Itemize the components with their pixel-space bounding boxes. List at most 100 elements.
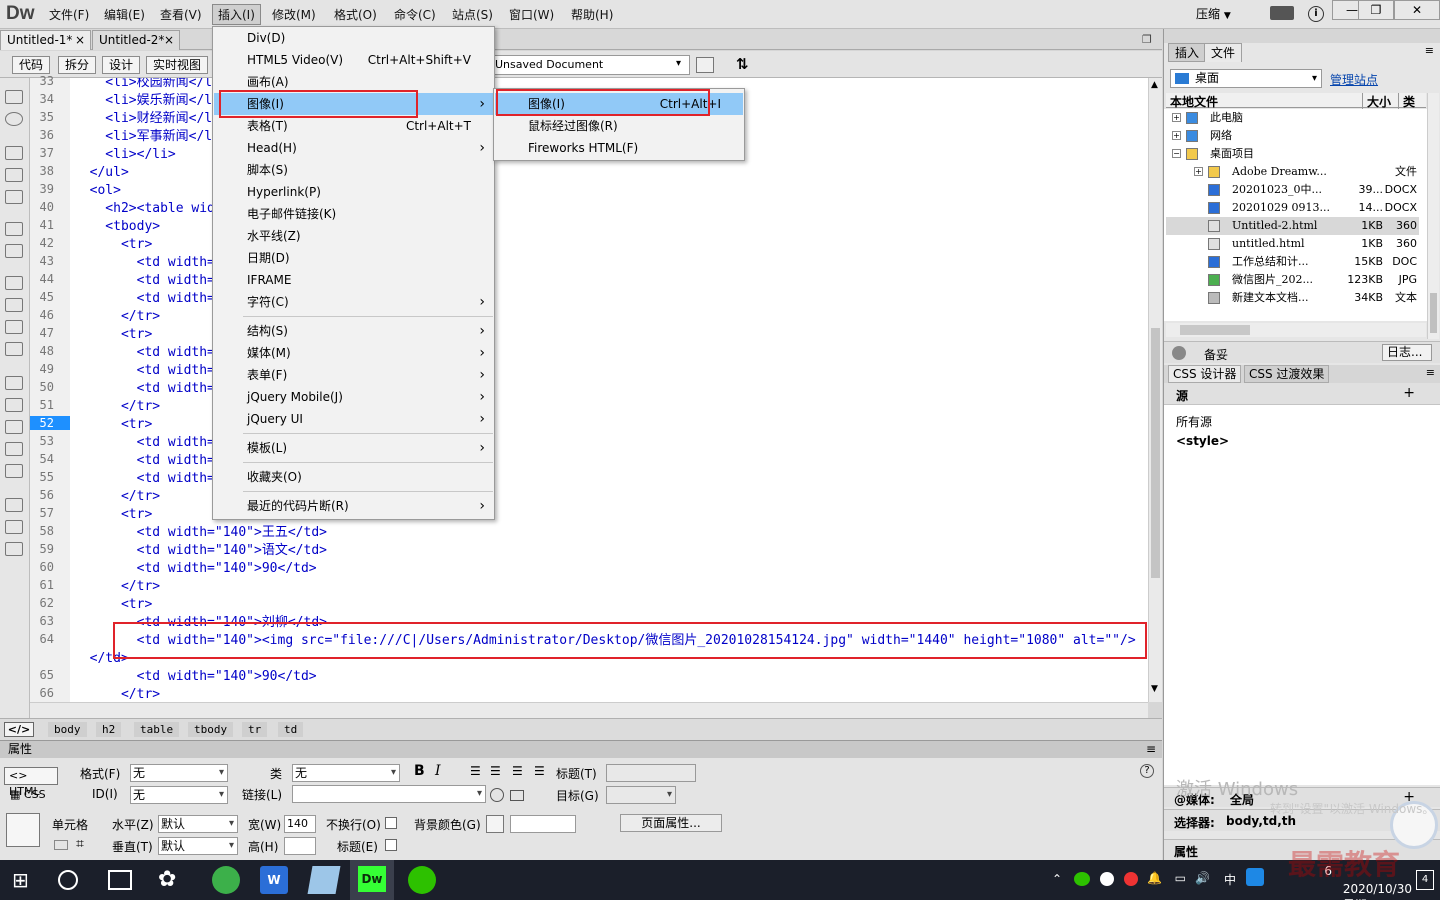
syntax-coloring-icon[interactable] [5,342,23,356]
select-parent-tag-icon[interactable] [5,222,23,236]
code-line[interactable]: </tr> [74,578,160,596]
expand-all-icon[interactable] [5,190,23,204]
ordered-list-icon[interactable]: ☰ [490,764,501,778]
style-source-item[interactable]: <style> [1176,434,1229,448]
network-icon[interactable]: ▭ [1175,871,1186,885]
insert-menu-item[interactable]: jQuery Mobile(J) › [214,386,493,408]
menu-window[interactable]: 窗口(W) [509,6,554,23]
class-select[interactable]: 无 [292,764,400,782]
menu-help[interactable]: 帮助(H) [571,6,613,23]
code-line[interactable]: <tr> [74,416,152,434]
code-line[interactable]: <li>娱乐新闻</li> [74,92,227,110]
code-view-button[interactable]: 代码 [12,56,51,74]
open-documents-icon[interactable] [5,90,23,104]
dreamweaver-taskbar-item[interactable]: Dw [350,860,394,900]
move-css-icon[interactable] [5,464,23,478]
code-line[interactable]: <tr> [74,506,152,524]
code-line[interactable]: </tr> [74,488,160,506]
word-wrap-icon[interactable] [5,320,23,334]
site-select[interactable]: 桌面 ▾ [1170,69,1322,88]
clock-date[interactable]: 2020/10/30 星期五 [1343,882,1412,900]
code-line[interactable]: <td width="140">语文</td> [74,542,327,560]
menu-file[interactable]: 文件(F) [49,6,89,23]
tag-h2[interactable]: h2 [96,722,122,737]
files-horizontal-scrollbar[interactable] [1166,323,1426,337]
height-input[interactable] [284,837,316,855]
insert-menu-item[interactable]: 表格(T) Ctrl+Alt+T [214,115,493,137]
sort-icon[interactable]: ⇅ [736,55,749,73]
close-icon[interactable]: × [164,33,174,47]
file-management-icon[interactable] [696,57,714,73]
file-row[interactable]: − 桌面项目 [1166,145,1419,163]
insert-menu-item[interactable]: 水平线(Z) [214,225,493,247]
info-icon[interactable]: i [1308,6,1324,22]
insert-menu-item[interactable]: 媒体(M) › [214,342,493,364]
tag-td[interactable]: td [278,722,304,737]
outdent-code-icon[interactable] [5,520,23,534]
highlight-invalid-code-icon[interactable] [5,298,23,312]
properties-panel-header[interactable]: 属性 ≡ [0,740,1162,758]
insert-menu-item[interactable]: 结构(S) › [214,320,493,342]
menu-insert[interactable]: 插入(I) [212,4,261,25]
code-line[interactable]: <ol> [74,182,121,200]
menu-commands[interactable]: 命令(C) [394,6,436,23]
app-icon[interactable]: ✿ [158,866,186,894]
code-line[interactable]: </tr> [74,398,160,416]
insert-menu-item[interactable]: 脚本(S) [214,159,493,181]
action-center-icon[interactable]: 4 [1416,870,1434,890]
collapse-tag-icon[interactable] [5,146,23,160]
restore-button[interactable]: ❐ [1358,0,1394,20]
file-row[interactable]: Untitled-2.html 1KB 360 [1166,217,1419,235]
code-tag-icon[interactable]: </> [4,722,34,737]
code-line[interactable]: <li>军事新闻</li> [74,128,227,146]
col-local-files[interactable]: 本地文件 [1170,93,1218,110]
code-line[interactable]: <td width="140">90</td> [74,560,317,578]
merge-cells-icon[interactable] [54,840,68,850]
chevron-up-icon[interactable]: ▲ [1151,80,1158,90]
css-mode-button[interactable]: ▦ CSS [10,788,46,801]
tag-tbody[interactable]: tbody [188,722,234,737]
code-line[interactable]: </tr> [74,308,160,326]
file-row[interactable]: 工作总结和计... 15KB DOC [1166,253,1419,271]
color-picker-button[interactable] [486,815,504,833]
code-line[interactable]: </tr> [74,686,160,702]
insert-menu-item[interactable]: 日期(D) [214,247,493,269]
tab-files[interactable]: 文件 [1204,43,1243,62]
scroll-thumb[interactable] [1430,293,1437,333]
insert-menu-item[interactable]: 最近的代码片断(R) › [214,495,493,517]
outdent-icon[interactable]: ☰ [512,764,523,778]
insert-menu-item[interactable]: IFRAME [214,269,493,291]
insert-menu-item[interactable]: Div(D) [214,27,493,49]
nowrap-checkbox[interactable] [385,817,397,829]
page-title-input[interactable]: Unsaved Document [492,55,690,75]
tab-css-designer[interactable]: CSS 设计器 [1168,365,1242,383]
unordered-list-icon[interactable]: ☰ [470,764,481,778]
panel-menu-icon[interactable]: ≡ [1425,44,1434,57]
insert-menu-item[interactable]: 电子邮件链接(K) [214,203,493,225]
title-input[interactable] [606,764,696,782]
tab-insert[interactable]: 插入 [1168,43,1207,62]
code-line[interactable]: <tr> [74,326,152,344]
scroll-thumb[interactable] [1180,325,1250,335]
insert-menu-item[interactable]: 模板(L) › [214,437,493,459]
volume-icon[interactable]: 🔊 [1195,871,1210,885]
menu-site[interactable]: 站点(S) [452,6,493,23]
recent-snippets-icon[interactable] [5,442,23,456]
qq-icon[interactable] [1100,872,1114,886]
show-code-navigator-icon[interactable] [5,112,23,126]
tag-table[interactable]: table [134,722,180,737]
file-row[interactable]: untitled.html 1KB 360 [1166,235,1419,253]
code-line[interactable]: <tbody> [74,218,160,236]
file-row[interactable]: + Adobe Dreamw... 文件 [1166,163,1419,181]
doc-tab-untitled-2[interactable]: Untitled-2* × [92,30,180,50]
code-horizontal-scrollbar[interactable] [30,702,1148,718]
horz-select[interactable]: 默认 [158,815,238,833]
notification-bell-icon[interactable]: 🔔 [1147,871,1162,885]
all-sources-item[interactable]: 所有源 [1176,413,1212,430]
scroll-thumb[interactable] [1151,328,1160,578]
ime-indicator[interactable]: 中 [1224,871,1236,888]
wechat-icon[interactable] [408,866,436,894]
tag-tr[interactable]: tr [242,722,268,737]
code-line[interactable]: <td width="140">王五</td> [74,524,327,542]
code-line[interactable]: <tr> [74,236,152,254]
